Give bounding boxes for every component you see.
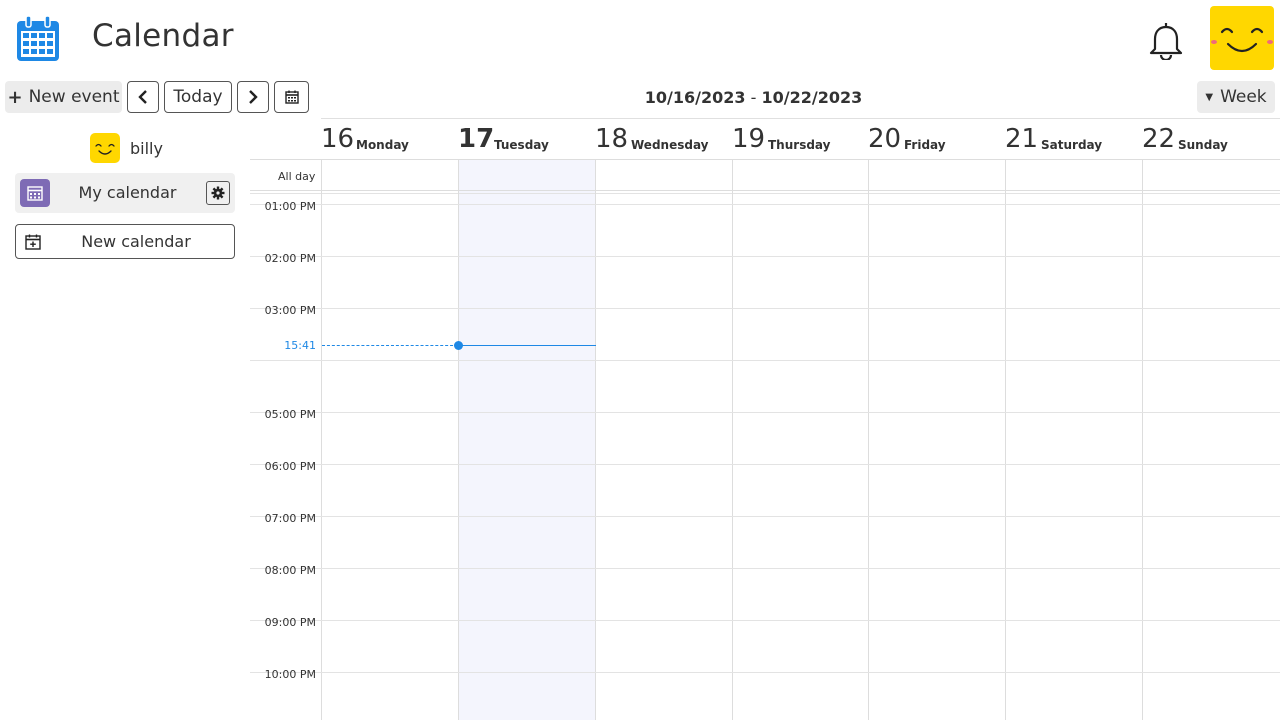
day-number: 18 [595, 124, 629, 154]
hour-label: 05:00 PM [264, 408, 316, 421]
previous-week-button[interactable] [127, 81, 159, 113]
hour-label: 09:00 PM [264, 616, 316, 629]
week-grid: 16 Monday 17 Tuesday 18 Wednesday 19 Thu… [250, 118, 1280, 720]
hour-label: 03:00 PM [264, 304, 316, 317]
day-number: 21 [1005, 124, 1039, 154]
grid-line [250, 193, 1280, 194]
hour-line [250, 360, 1280, 361]
day-number: 16 [321, 124, 355, 154]
day-name: Thursday [768, 138, 831, 152]
hour-label: 01:00 PM [264, 200, 316, 213]
day-header-friday[interactable]: 20 Friday [868, 118, 1005, 160]
new-calendar-button[interactable]: New calendar [15, 224, 235, 259]
view-selector-button[interactable]: ▼ Week [1197, 81, 1275, 113]
column-divider [732, 159, 733, 720]
day-number: 19 [732, 124, 766, 154]
range-separator: - [745, 88, 762, 107]
hour-label: 08:00 PM [264, 564, 316, 577]
today-label: Today [173, 87, 223, 107]
date-picker-button[interactable] [274, 81, 309, 113]
day-header-thursday[interactable]: 19 Thursday [732, 118, 868, 160]
day-header-monday[interactable]: 16 Monday [321, 118, 458, 160]
column-divider [321, 159, 322, 720]
day-number: 20 [868, 124, 902, 154]
date-range: 10/16/2023 - 10/22/2023 [560, 88, 947, 107]
column-divider [1005, 159, 1006, 720]
chevron-left-icon [138, 90, 147, 104]
day-name: Monday [356, 138, 409, 152]
day-header-saturday[interactable]: 21 Saturday [1005, 118, 1142, 160]
today-column-highlight [458, 159, 595, 720]
hour-line [250, 256, 1280, 257]
column-divider [1142, 159, 1143, 720]
chevron-right-icon [249, 90, 258, 104]
hour-label: 10:00 PM [264, 668, 316, 681]
user-avatar[interactable] [1210, 6, 1274, 70]
day-name: Sunday [1178, 138, 1228, 152]
current-time-line [458, 345, 596, 346]
day-header-sunday[interactable]: 22 Sunday [1142, 118, 1280, 160]
current-time-dot [454, 341, 463, 350]
plus-icon: + [7, 86, 23, 108]
range-start: 10/16/2023 [644, 88, 746, 107]
hour-line [250, 516, 1280, 517]
app-header: Calendar [0, 0, 1280, 78]
app-title: Calendar [92, 18, 234, 54]
user-name: billy [130, 138, 163, 158]
today-button[interactable]: Today [164, 81, 232, 113]
day-header-tuesday[interactable]: 17 Tuesday [458, 118, 595, 160]
new-calendar-label: New calendar [81, 232, 191, 251]
hour-line [250, 204, 1280, 205]
calendar-icon[interactable] [15, 15, 61, 63]
hour-line [250, 464, 1280, 465]
all-day-row[interactable]: All day [250, 159, 1280, 191]
day-header-wednesday[interactable]: 18 Wednesday [595, 118, 732, 160]
hour-line [250, 308, 1280, 309]
new-event-label: New event [28, 87, 120, 107]
day-name: Saturday [1041, 138, 1103, 152]
hour-line [250, 620, 1280, 621]
hour-line [250, 412, 1280, 413]
next-week-button[interactable] [237, 81, 269, 113]
hour-label: 06:00 PM [264, 460, 316, 473]
calendar-small-icon [284, 90, 299, 104]
day-number: 17 [458, 124, 495, 154]
calendar-item-my-calendar[interactable]: My calendar [15, 173, 235, 213]
all-day-label: All day [278, 170, 316, 183]
hour-line [250, 568, 1280, 569]
day-name: Wednesday [631, 138, 709, 152]
range-end: 10/22/2023 [761, 88, 863, 107]
column-divider [868, 159, 869, 720]
day-name: Tuesday [494, 138, 549, 152]
bell-icon[interactable] [1148, 22, 1184, 60]
column-divider [458, 159, 459, 720]
hour-line [250, 672, 1280, 673]
sidebar: billy My calendar New calendar [0, 120, 250, 720]
current-time-label: 15:41 [284, 339, 316, 352]
current-time-line-dashed [322, 345, 458, 346]
day-name: Friday [904, 138, 946, 152]
user-row: billy [90, 133, 163, 163]
hour-label: 02:00 PM [264, 252, 316, 265]
new-event-button[interactable]: + New event [5, 81, 122, 113]
gear-icon[interactable] [206, 181, 230, 205]
user-avatar-small [90, 133, 120, 163]
caret-down-icon: ▼ [1205, 91, 1214, 103]
toolbar: + New event Today 10/16/2023 - 10/22/202… [0, 80, 1280, 116]
column-divider [595, 159, 596, 720]
view-label: Week [1220, 87, 1267, 107]
day-number: 22 [1142, 124, 1176, 154]
hour-label: 07:00 PM [264, 512, 316, 525]
